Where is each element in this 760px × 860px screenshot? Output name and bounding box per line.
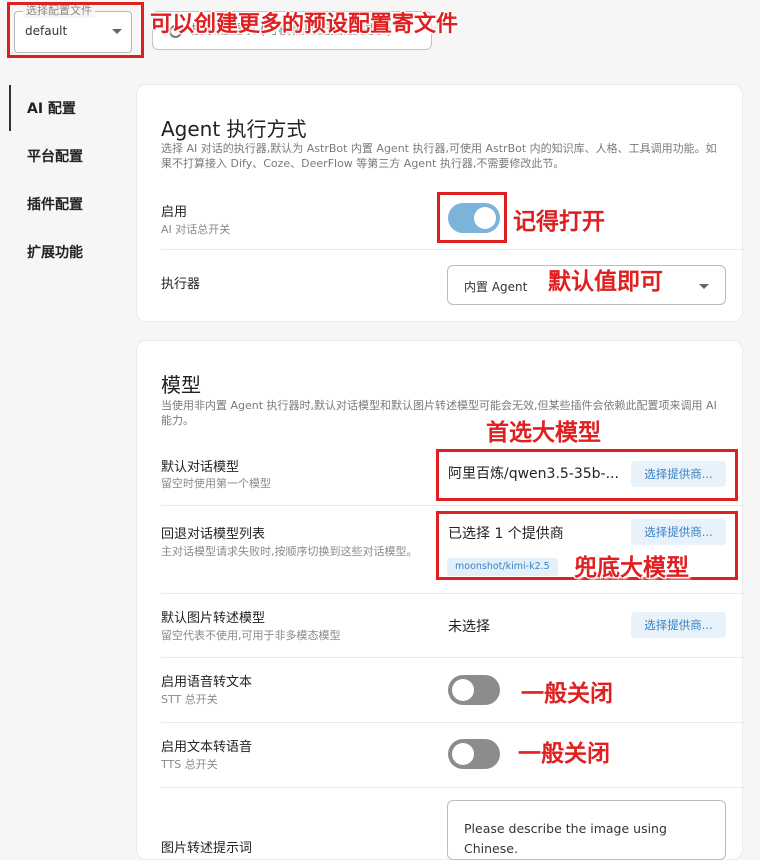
image-model-sublabel: 留空代表不使用,可用于非多模态模型 (161, 629, 341, 642)
annotation-box-default-model (436, 449, 738, 501)
executor-select-value: 内置 Agent (464, 280, 528, 294)
image-prompt-text: Please describe the image using Chinese. (464, 821, 667, 856)
annotation-preferred-model: 首选大模型 (486, 420, 601, 446)
annotation-usually-off-tts: 一般关闭 (518, 741, 610, 767)
enable-sublabel: AI 对话总开关 (161, 223, 231, 236)
tts-sublabel: TTS 总开关 (161, 758, 218, 771)
toggle-knob (452, 679, 474, 701)
divider (161, 249, 744, 250)
image-prompt-textarea[interactable]: Please describe the image using Chinese. (447, 800, 726, 860)
model-card: 模型 当使用非内置 Agent 执行器时,默认对话模型和默认图片转述模型可能会无… (136, 340, 744, 860)
annotation-create-more: 可以创建更多的预设配置寄文件 (150, 12, 459, 37)
annotation-box-enable-toggle (437, 192, 507, 243)
image-prompt-label: 图片转述提示词 (161, 841, 253, 856)
annotation-usually-off-stt: 一般关闭 (521, 681, 613, 707)
enable-label: 启用 (161, 205, 188, 220)
stt-sublabel: STT 总开关 (161, 693, 218, 706)
model-card-title: 模型 (161, 373, 201, 397)
select-provider-button[interactable]: 选择提供商... (631, 612, 726, 638)
divider (161, 722, 744, 723)
stt-label: 启用语音转文本 (161, 675, 253, 690)
annotation-default-ok: 默认值即可 (548, 269, 663, 295)
annotation-fallback-model: 兜底大模型 (574, 555, 689, 581)
divider (161, 657, 744, 658)
sidebar-item-ai-config[interactable]: AI 配置 (27, 98, 76, 118)
toggle-knob (452, 743, 474, 765)
divider (161, 593, 744, 594)
image-model-label: 默认图片转述模型 (161, 611, 266, 626)
agent-card-description: 选择 AI 对话的执行器,默认为 AstrBot 内置 Agent 执行器,可使… (161, 142, 717, 170)
annotation-box-config-select (7, 2, 144, 58)
fallback-model-label: 回退对话模型列表 (161, 527, 266, 542)
annotation-remember-open: 记得打开 (513, 209, 605, 235)
default-model-sublabel: 留空时使用第一个模型 (161, 477, 271, 490)
fallback-model-sublabel: 主对话模型请求失败时,按顺序切换到这些对话模型。 (161, 545, 418, 558)
divider (161, 505, 744, 506)
stt-toggle[interactable] (448, 675, 500, 705)
sidebar-item-extensions[interactable]: 扩展功能 (27, 242, 83, 262)
divider (161, 787, 744, 788)
sidebar-item-plugin-config[interactable]: 插件配置 (27, 194, 83, 214)
sidebar-active-indicator (9, 85, 11, 131)
agent-card-title: Agent 执行方式 (161, 117, 307, 141)
tts-toggle[interactable] (448, 739, 500, 769)
executor-label: 执行器 (161, 277, 201, 292)
default-model-label: 默认对话模型 (161, 460, 240, 475)
model-card-description: 当使用非内置 Agent 执行器时,默认对话模型和默认图片转述模型可能会无效,但… (161, 399, 717, 427)
image-model-value: 未选择 (448, 619, 490, 635)
tts-label: 启用文本转语音 (161, 740, 253, 755)
sidebar-item-platform-config[interactable]: 平台配置 (27, 146, 83, 166)
chevron-down-icon (699, 284, 709, 289)
